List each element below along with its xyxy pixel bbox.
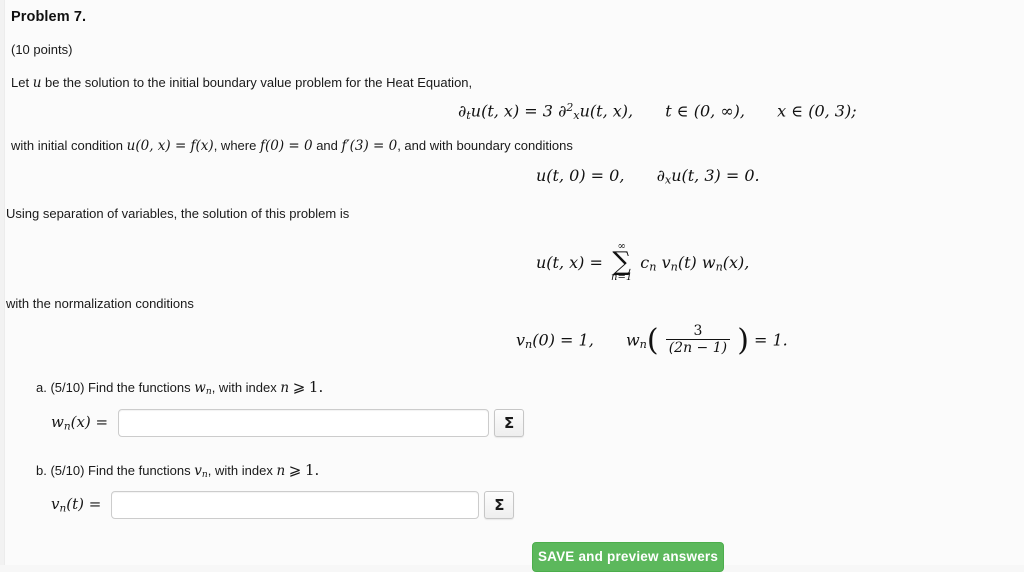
- summation-operator: ∞ ∑ n=1: [611, 242, 632, 283]
- bc-second: u(t, 3) = 0.: [671, 166, 760, 185]
- norm-w-condition: = 1.: [754, 330, 788, 350]
- ic-math-1: u(0, x) = f(x): [126, 138, 214, 154]
- heat-equation-display: ∂tu(t, x) = 3 ∂2xu(t, x), t ∈ (0, ∞), x …: [458, 101, 857, 122]
- norm-w-function: w: [625, 330, 640, 350]
- boundary-conditions-display: u(t, 0) = 0, ∂xu(t, 3) = 0.: [536, 166, 760, 186]
- intro-text-before: Let: [11, 75, 30, 90]
- series-w-subscript: n: [715, 260, 723, 274]
- part-a-text-pre: a. (5/10) Find the functions: [36, 380, 191, 395]
- ic-math-2: f(0) = 0: [259, 138, 313, 154]
- series-lhs: u(t, x): [536, 253, 585, 272]
- ic-text-2: , where: [213, 138, 257, 153]
- series-c-subscript: n: [649, 260, 657, 274]
- answer-b-argument: (t) =: [66, 495, 102, 514]
- question-part-b-prompt: b. (5/10) Find the functions v n, with in…: [36, 461, 319, 480]
- answer-input-a[interactable]: [118, 409, 490, 437]
- answer-b-label: vn(t) =: [51, 495, 101, 514]
- math-palette-button-a[interactable]: Σ: [494, 409, 525, 437]
- intro-variable-u: u: [32, 75, 42, 91]
- part-a-index-relation: ⩾: [292, 378, 306, 396]
- answer-a-label: wn(x) =: [51, 413, 108, 432]
- intro-paragraph: Let u be the solution to the initial bou…: [11, 75, 472, 91]
- part-b-text-pre: b. (5/10) Find the functions: [36, 463, 191, 478]
- page-title: Problem 7.: [11, 9, 87, 25]
- norm-left-paren: (: [646, 322, 659, 358]
- norm-v-condition: (0) = 1,: [532, 330, 594, 350]
- part-a-index-variable: n: [280, 380, 290, 396]
- answer-row-b: vn(t) = Σ: [51, 491, 515, 519]
- part-b-index-relation: ⩾: [288, 461, 302, 479]
- ic-text-3: and: [316, 138, 338, 153]
- bc-first: u(t, 0) = 0,: [536, 166, 625, 185]
- summation-lower-limit: n=1: [611, 272, 633, 283]
- problem-content: Problem 7. (10 points) Let u be the solu…: [6, 0, 1018, 572]
- part-b-text-post: , with index: [207, 463, 273, 478]
- pde-rhs-u: u(t, x),: [579, 101, 634, 121]
- separation-paragraph: Using separation of variables, the solut…: [6, 206, 350, 221]
- pde-coefficient: 3: [542, 101, 553, 121]
- norm-right-paren: ): [737, 322, 749, 358]
- points-label: (10 points): [11, 42, 73, 57]
- series-function-w: w: [701, 253, 716, 272]
- bc-partial-symbol: ∂: [656, 166, 665, 185]
- save-and-preview-button[interactable]: SAVE and preview answers: [532, 542, 724, 572]
- normalization-paragraph: with the normalization conditions: [6, 296, 194, 311]
- part-a-index-value: 1.: [308, 378, 324, 396]
- part-b-function-symbol: v: [194, 463, 202, 479]
- series-equals: =: [589, 253, 603, 272]
- answer-row-a: wn(x) = Σ: [51, 409, 525, 437]
- series-coefficient-c: c: [640, 253, 650, 272]
- answer-a-argument: (x) =: [70, 413, 109, 432]
- part-a-text-post: , with index: [211, 380, 277, 395]
- norm-w-subscript: n: [639, 337, 647, 351]
- part-a-function-symbol: w: [194, 380, 206, 396]
- ic-text-4: , and with boundary conditions: [397, 138, 573, 153]
- answer-a-function: w: [51, 413, 64, 432]
- initial-condition-paragraph: with initial condition u(0, x) = f(x), w…: [11, 138, 573, 154]
- series-v-argument: (t): [677, 253, 697, 272]
- solution-series-display: u(t, x) = ∞ ∑ n=1 cn vn(t) wn(x),: [536, 242, 750, 284]
- answer-a-subscript: n: [63, 420, 71, 433]
- question-part-a-prompt: a. (5/10) Find the functions w n, with in…: [36, 378, 323, 397]
- math-palette-button-b[interactable]: Σ: [484, 491, 515, 519]
- series-w-argument: (x),: [722, 253, 750, 272]
- pde-lhs-u: u(t, x): [470, 101, 520, 121]
- ic-math-3: f′(3) = 0: [341, 138, 398, 154]
- pde-equals: =: [524, 101, 538, 121]
- page-left-gutter: [0, 0, 5, 565]
- answer-input-b[interactable]: [111, 491, 480, 519]
- intro-text-after: be the solution to the initial boundary …: [45, 75, 473, 90]
- part-b-index-variable: n: [276, 463, 286, 479]
- ic-text-1: with initial condition: [11, 138, 124, 153]
- series-function-v: v: [661, 253, 671, 272]
- fraction-numerator: 3: [693, 323, 703, 339]
- pde-domain-t: t ∈ (0, ∞),: [665, 101, 745, 121]
- normalization-fraction: 3 (2n − 1): [665, 323, 731, 356]
- part-b-index-value: 1.: [304, 461, 320, 479]
- fraction-denominator: (2n − 1): [668, 340, 728, 356]
- normalization-conditions-display: vn(0) = 1, wn( 3 (2n − 1) ) = 1.: [516, 322, 788, 358]
- norm-v-function: v: [516, 330, 526, 350]
- series-v-subscript: n: [670, 260, 678, 274]
- pde-domain-x: x ∈ (0, 3);: [777, 101, 857, 121]
- assignment-page: Problem 7. (10 points) Let u be the solu…: [0, 0, 1024, 572]
